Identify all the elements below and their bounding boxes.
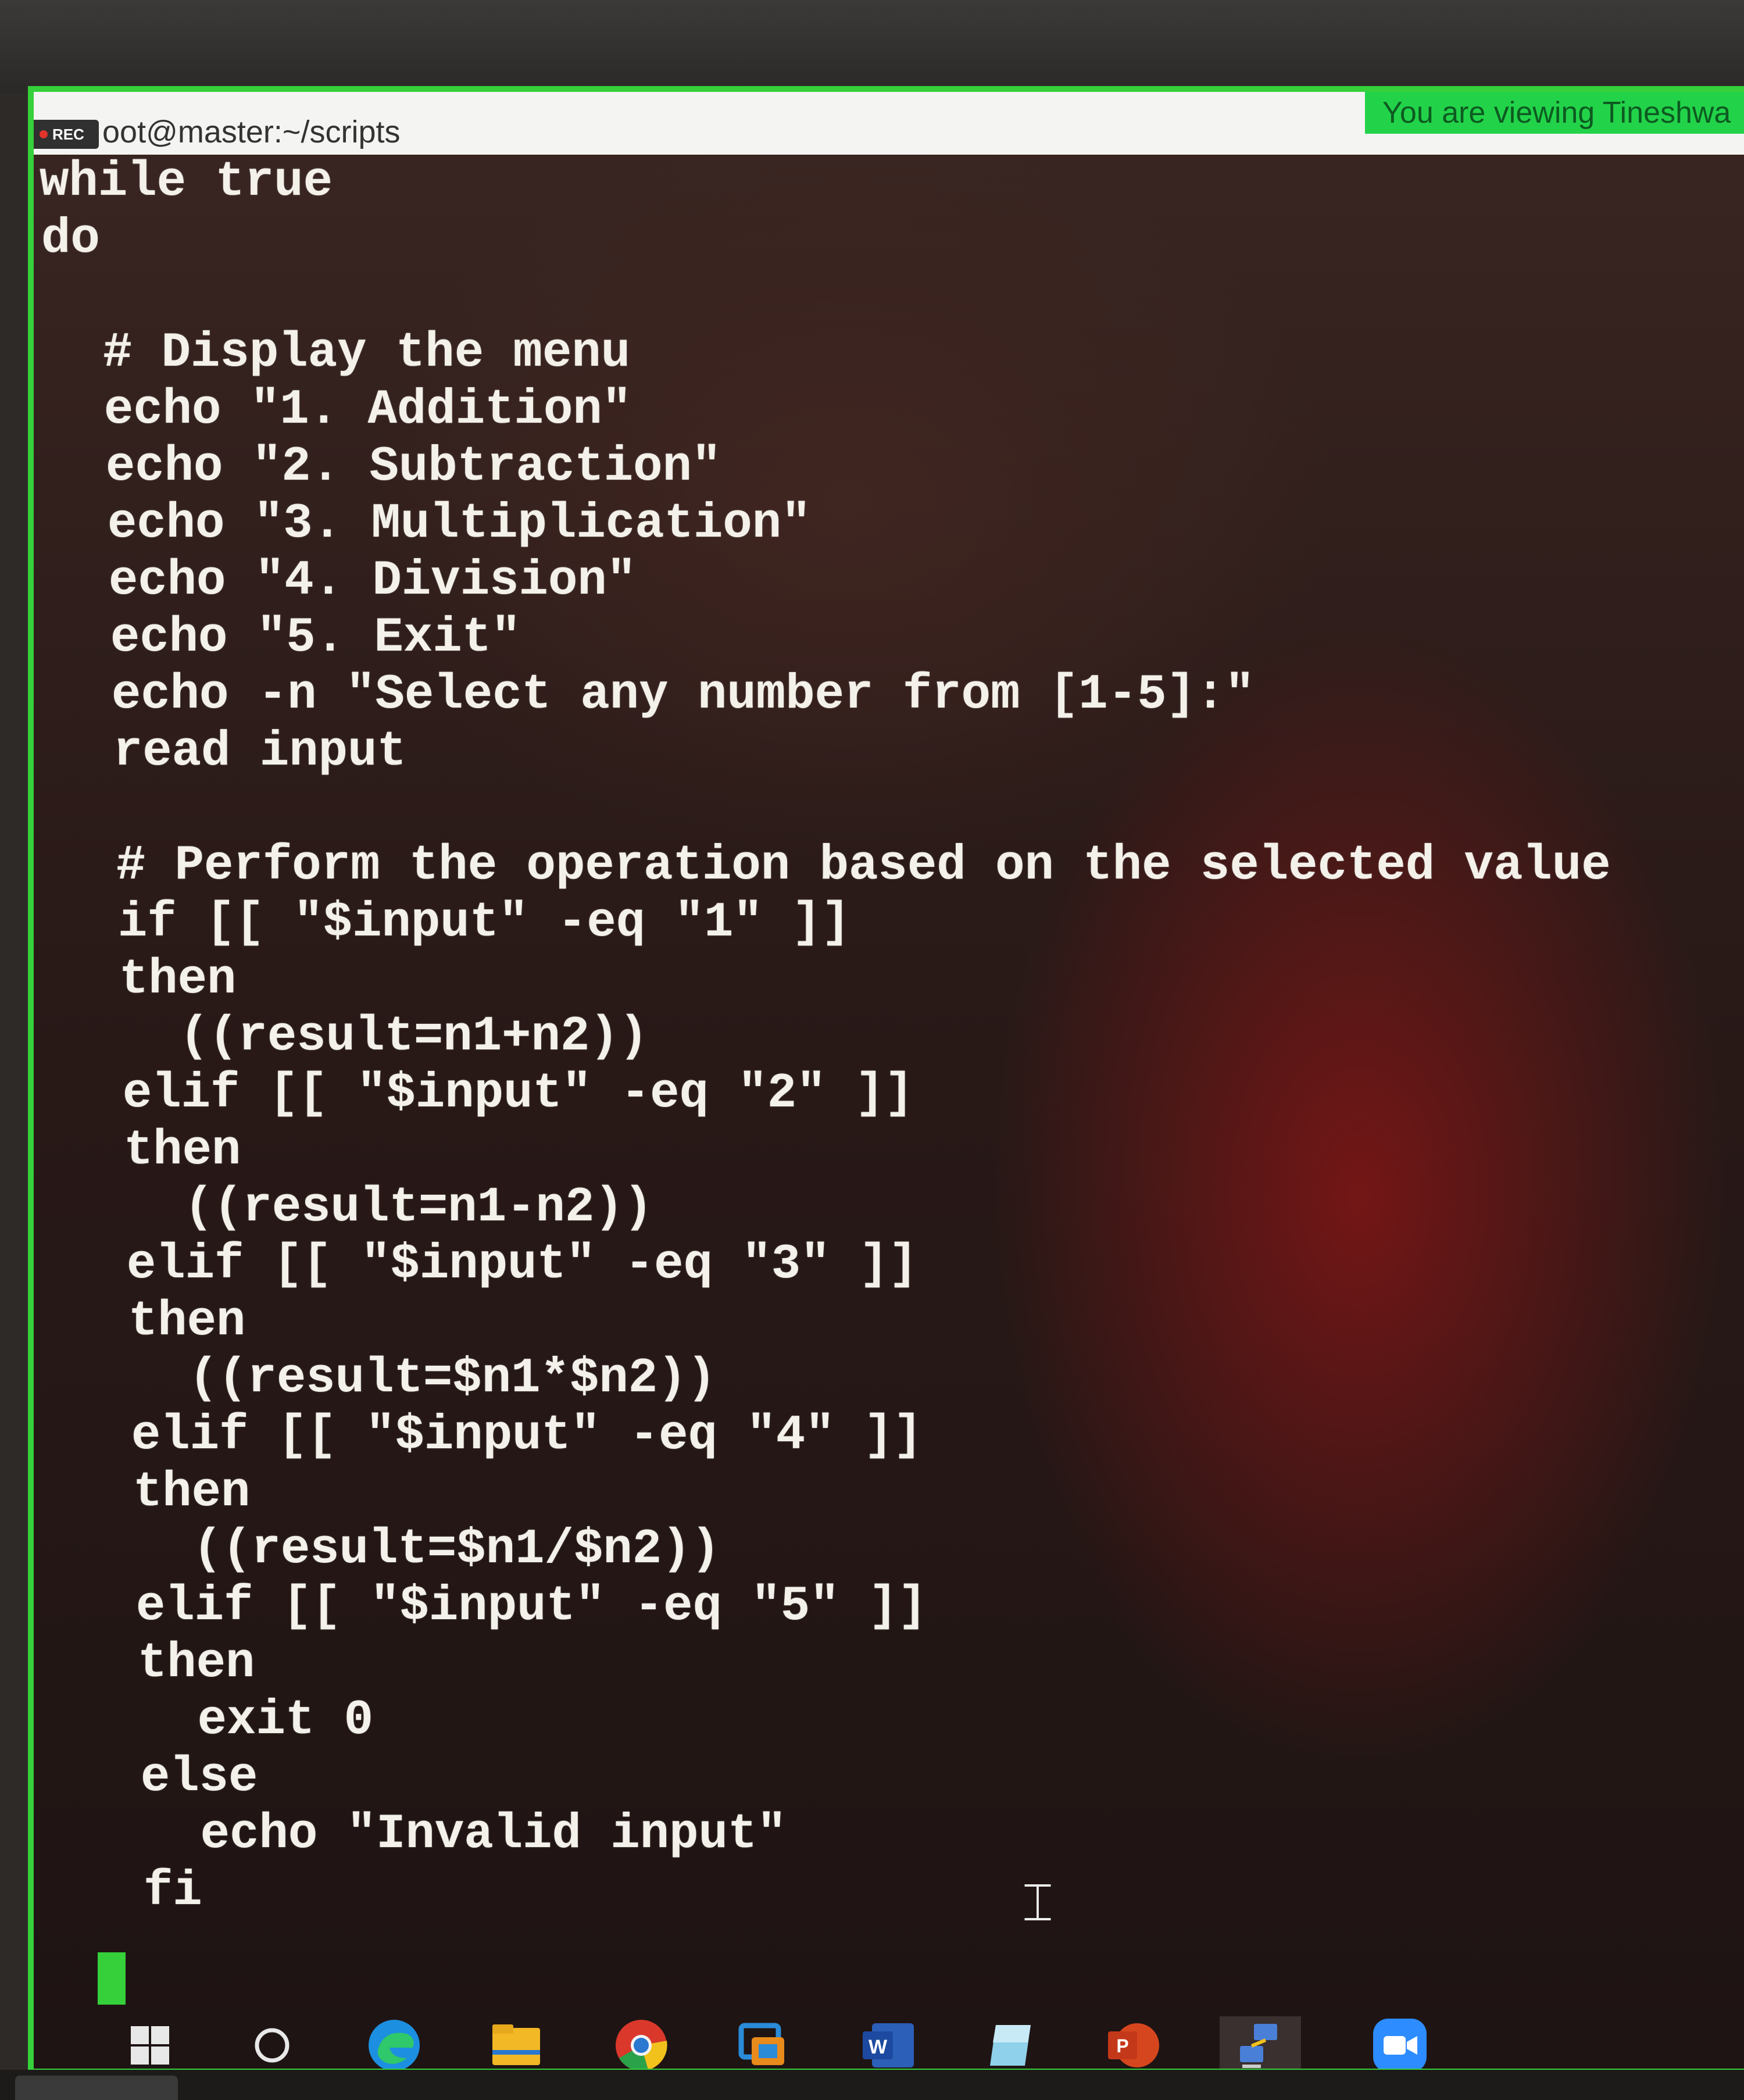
code-line: ((result=n1-n2)) bbox=[67, 1180, 653, 1235]
remote-desktop-icon[interactable] bbox=[734, 2016, 792, 2069]
photo-bezel-bottom bbox=[0, 2070, 1744, 2100]
zoom-meetings-icon[interactable] bbox=[1371, 2016, 1429, 2069]
code-line: then bbox=[74, 1465, 251, 1520]
code-line: ((result=n1+n2)) bbox=[62, 1009, 649, 1065]
code-line: echo "2. Subtraction" bbox=[47, 440, 721, 495]
chrome-browser-icon[interactable] bbox=[612, 2016, 670, 2069]
code-line: echo "4. Division" bbox=[50, 553, 637, 609]
code-line: echo -n "Select any number from [1-5]:" bbox=[53, 667, 1255, 723]
code-line: then bbox=[70, 1294, 246, 1349]
code-line: echo "5. Exit" bbox=[52, 610, 521, 666]
code-line: else bbox=[82, 1750, 258, 1805]
recording-badge: REC bbox=[34, 120, 99, 149]
word-icon[interactable]: W bbox=[859, 2016, 917, 2069]
record-dot-icon bbox=[40, 130, 48, 138]
code-line: # Display the menu bbox=[44, 326, 631, 381]
screen-share-banner-text: You are viewing Tineshwa bbox=[1382, 96, 1731, 130]
terminal-title-bar[interactable]: REC oot@master:~/scripts You are viewing… bbox=[34, 92, 1744, 155]
word-icon-letter: W bbox=[869, 2036, 888, 2058]
screen-share-banner[interactable]: You are viewing Tineshwa bbox=[1365, 92, 1744, 134]
desk-object bbox=[15, 2076, 178, 2100]
code-line: # Perform the operation based on the sel… bbox=[58, 838, 1611, 894]
code-line: then bbox=[65, 1123, 241, 1178]
powerpoint-icon[interactable]: P bbox=[1103, 2016, 1162, 2069]
code-line: echo "3. Multiplication" bbox=[49, 497, 811, 552]
window-title: oot@master:~/scripts bbox=[102, 115, 401, 149]
code-line: echo "Invalid input" bbox=[83, 1807, 787, 1862]
powerpoint-icon-letter: P bbox=[1116, 2035, 1128, 2056]
network-share-icon[interactable] bbox=[1220, 2016, 1301, 2069]
file-explorer-icon[interactable] bbox=[487, 2016, 545, 2069]
app-cube-icon[interactable] bbox=[981, 2016, 1039, 2069]
code-line: while true bbox=[40, 155, 333, 210]
code-line: do bbox=[41, 212, 100, 267]
code-line: then bbox=[79, 1636, 255, 1691]
code-line: if [[ "$input" -eq "1" ]] bbox=[59, 895, 851, 951]
code-line: fi bbox=[85, 1864, 202, 1919]
taskbar: W P bbox=[34, 2016, 1744, 2069]
code-line: ((result=$n1*$n2)) bbox=[72, 1351, 716, 1406]
code-line: read input bbox=[55, 724, 406, 780]
recording-label: REC bbox=[52, 125, 84, 143]
code-line: elif [[ "$input" -eq "4" ]] bbox=[73, 1408, 923, 1463]
shared-screen: REC oot@master:~/scripts You are viewing… bbox=[28, 86, 1744, 2074]
code-line: exit 0 bbox=[80, 1693, 374, 1748]
code-line: elif [[ "$input" -eq "5" ]] bbox=[77, 1579, 927, 1634]
search-circle-icon[interactable] bbox=[243, 2016, 301, 2069]
terminal-output[interactable]: while true do # Display the menu echo "1.… bbox=[34, 155, 1744, 1986]
code-line: elif [[ "$input" -eq "3" ]] bbox=[68, 1237, 918, 1292]
terminal-cursor bbox=[98, 1952, 126, 2005]
edge-browser-icon[interactable] bbox=[365, 2016, 423, 2069]
code-line: ((result=$n1/$n2)) bbox=[76, 1522, 720, 1577]
code-line: elif [[ "$input" -eq "2" ]] bbox=[64, 1066, 914, 1122]
windows-start-icon[interactable] bbox=[121, 2016, 179, 2069]
code-line: echo "1. Addition" bbox=[45, 383, 632, 438]
text-cursor-icon: ⌶ bbox=[1022, 1872, 1053, 1933]
code-line: then bbox=[60, 952, 237, 1008]
photo-bezel-top bbox=[0, 0, 1744, 93]
